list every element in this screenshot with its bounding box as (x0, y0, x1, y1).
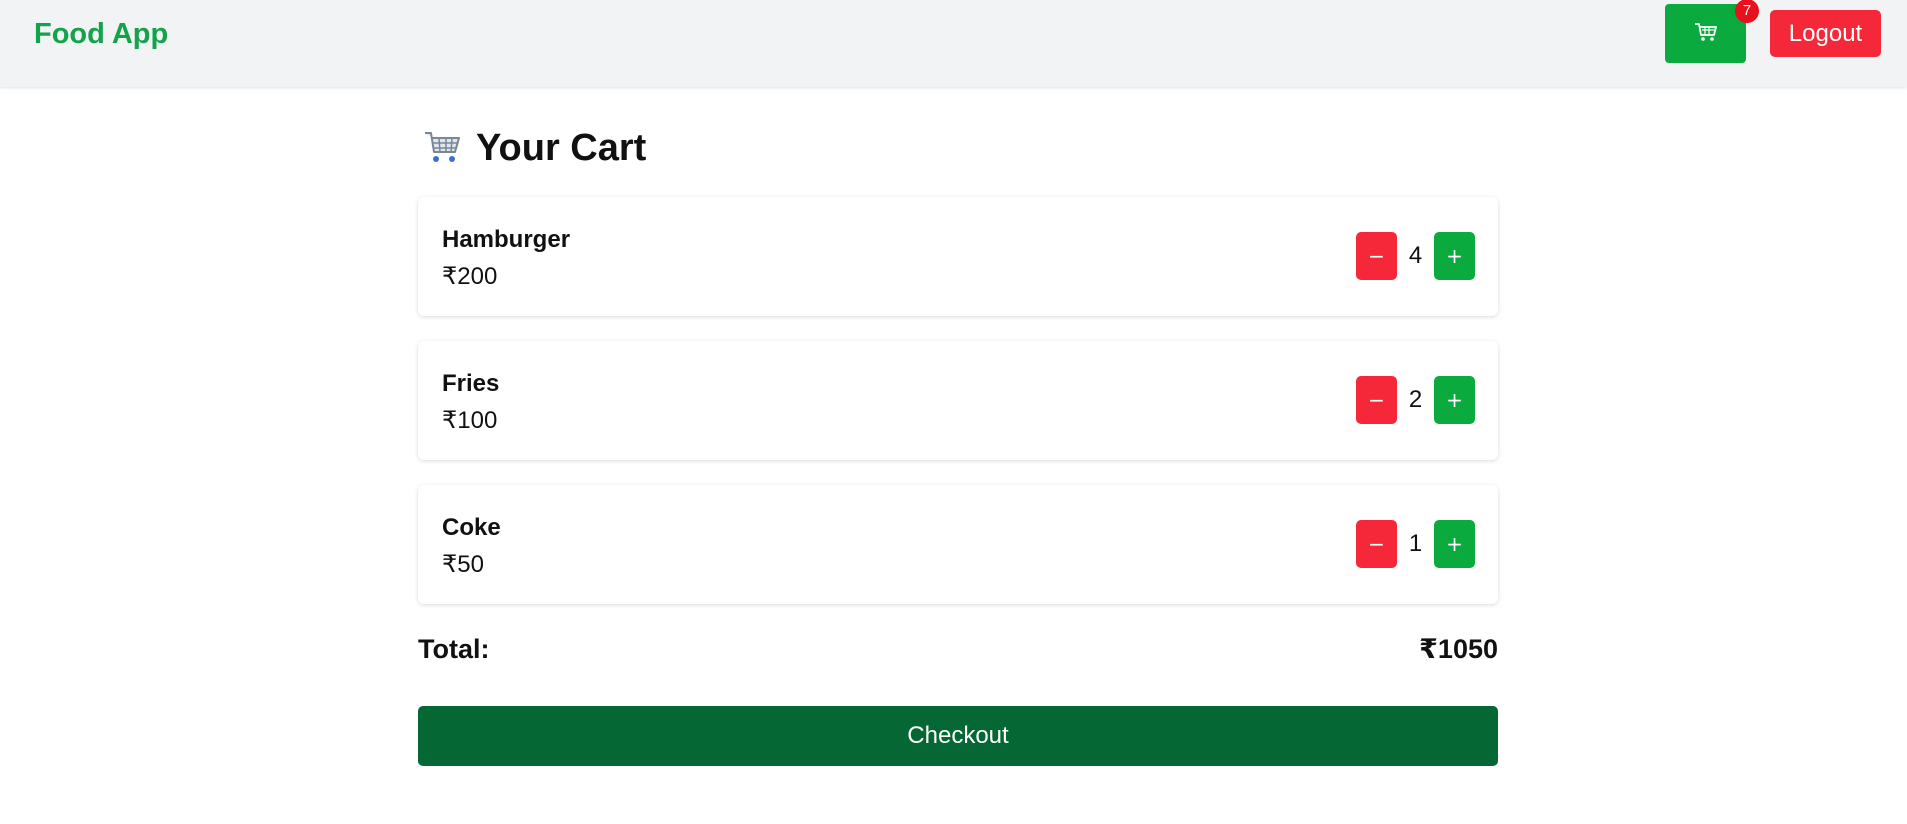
logout-button[interactable]: Logout (1770, 10, 1881, 57)
cart-total: Total: ₹1050 (418, 634, 1498, 665)
cart-count-badge: 7 (1735, 0, 1759, 23)
cart-button[interactable] (1665, 4, 1746, 63)
cart-item-fries: Fries ₹100 − 2 + (418, 341, 1498, 460)
shopping-cart-icon (1693, 20, 1719, 47)
checkout-button[interactable]: Checkout (418, 706, 1498, 766)
item-quantity: 1 (1408, 530, 1423, 557)
item-name: Fries (442, 370, 500, 397)
decrease-quantity-button[interactable]: − (1356, 520, 1397, 568)
increase-quantity-button[interactable]: + (1434, 232, 1475, 280)
item-price: ₹100 (442, 407, 498, 434)
increase-quantity-button[interactable]: + (1434, 520, 1475, 568)
shopping-cart-icon (422, 128, 462, 169)
item-quantity: 2 (1408, 386, 1423, 413)
total-label: Total: (418, 634, 490, 664)
cart-item-hamburger: Hamburger ₹200 − 4 + (418, 197, 1498, 316)
item-price: ₹200 (442, 263, 498, 290)
item-price: ₹50 (442, 551, 484, 578)
item-name: Coke (442, 514, 501, 541)
total-value: ₹1050 (1419, 634, 1498, 664)
page-heading: Your Cart (422, 127, 646, 170)
item-name: Hamburger (442, 226, 571, 253)
increase-quantity-button[interactable]: + (1434, 376, 1475, 424)
page-title: Your Cart (476, 127, 647, 169)
decrease-quantity-button[interactable]: − (1356, 232, 1397, 280)
cart-item-coke: Coke ₹50 − 1 + (418, 485, 1498, 604)
navbar: Food App 7 Logout (0, 0, 1907, 87)
item-quantity: 4 (1408, 242, 1423, 269)
brand-logo[interactable]: Food App (34, 18, 168, 51)
decrease-quantity-button[interactable]: − (1356, 376, 1397, 424)
